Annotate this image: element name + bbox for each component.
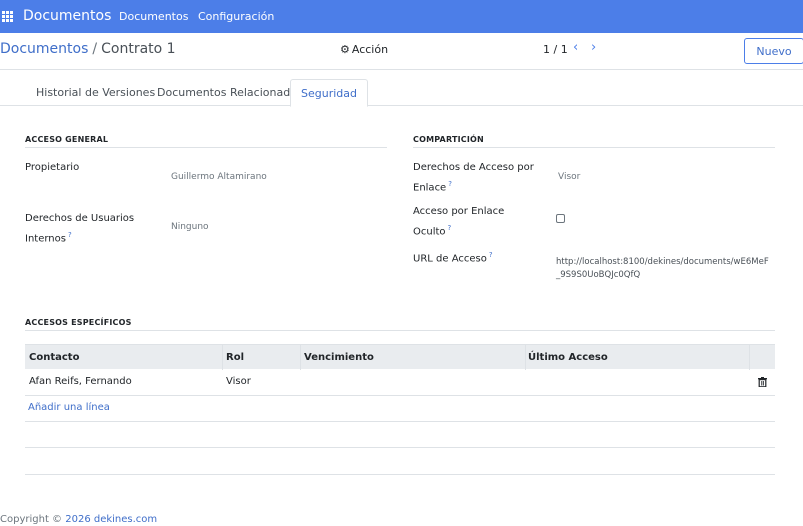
help-icon[interactable]: ? [489, 251, 493, 259]
menu-documentos[interactable]: Documentos [119, 10, 188, 23]
access-url-value[interactable]: http://localhost:8100/dekines/documents/… [556, 256, 771, 282]
help-icon[interactable]: ? [448, 180, 452, 188]
add-line-link[interactable]: Añadir una línea [28, 402, 110, 413]
column-contacto[interactable]: Contacto [29, 345, 79, 370]
pager-next-icon[interactable]: › [591, 40, 596, 55]
column-ultimo-acceso[interactable]: Último Acceso [528, 345, 608, 370]
breadcrumb: Documentos / Contrato 1 [0, 41, 176, 57]
section-title-sharing: COMPARTICIÓN [413, 135, 484, 144]
tab-historial-versiones[interactable]: Historial de Versiones [26, 79, 165, 106]
action-menu-button[interactable]: ⚙ Acción [340, 43, 388, 56]
column-vencimiento[interactable]: Vencimiento [304, 345, 374, 370]
footer-copyright: Copyright © 2026 dekines.com [0, 514, 158, 525]
section-title-general: ACCESO GENERAL [25, 135, 109, 144]
help-icon[interactable]: ? [448, 224, 452, 232]
tab-seguridad[interactable]: Seguridad [290, 79, 368, 107]
column-divider [222, 345, 223, 370]
app-brand[interactable]: Documentos [23, 8, 111, 24]
internal-rights-value[interactable]: Ninguno [171, 222, 209, 232]
new-button[interactable]: Nuevo [744, 38, 803, 64]
menu-configuracion[interactable]: Configuración [198, 10, 274, 23]
form-tabs: Historial de Versiones Documentos Relaci… [0, 79, 803, 107]
access-url-label: URL de Acceso? [413, 251, 493, 265]
pager-previous-icon[interactable]: ‹ [573, 40, 578, 55]
internal-rights-label: Derechos de Usuarios Internos? [25, 213, 135, 245]
top-navbar: Documentos Documentos Configuración [0, 0, 803, 33]
footer-link[interactable]: 2026 dekines.com [65, 514, 157, 525]
pager-value[interactable]: 1 / 1 [543, 43, 568, 56]
breadcrumb-separator: / [92, 41, 98, 57]
section-divider [25, 330, 775, 331]
breadcrumb-parent[interactable]: Documentos [0, 41, 88, 57]
owner-value[interactable]: Guillermo Altamirano [171, 172, 267, 182]
hidden-link-label: Acceso por Enlace Oculto? [413, 206, 505, 238]
trash-icon[interactable] [758, 377, 767, 387]
tab-documentos-relacionados[interactable]: Documentos Relacionados [147, 79, 313, 106]
apps-grid-icon[interactable] [2, 11, 13, 22]
breadcrumb-current: Contrato 1 [101, 41, 176, 57]
section-divider [25, 147, 387, 148]
table-row-empty [25, 448, 775, 475]
action-menu-label: Acción [351, 43, 389, 56]
hidden-link-checkbox[interactable] [556, 214, 565, 223]
table-row-empty [25, 422, 775, 448]
column-divider [525, 345, 526, 370]
table-row-add [25, 396, 775, 422]
access-table-header: Contacto Rol Vencimiento Último Acceso [25, 344, 775, 370]
help-icon[interactable]: ? [68, 231, 72, 239]
column-divider [749, 345, 750, 370]
owner-label: Propietario [25, 162, 80, 173]
row-role[interactable]: Visor [226, 376, 251, 387]
section-divider [413, 147, 775, 148]
link-rights-label: Derechos de Acceso por Enlace? [413, 162, 534, 194]
link-rights-value[interactable]: Visor [558, 172, 580, 182]
column-rol[interactable]: Rol [226, 345, 244, 370]
row-contact[interactable]: Afan Reifs, Fernando [29, 376, 132, 387]
table-row[interactable]: Afan Reifs, Fernando Visor [25, 369, 775, 396]
control-panel: Documentos / Contrato 1 ⚙ Acción 1 / 1 ‹ › … [0, 33, 803, 70]
section-title-specific: ACCESOS ESPECÍFICOS [25, 318, 132, 327]
column-divider [300, 345, 301, 370]
gear-icon: ⚙ [340, 43, 350, 56]
